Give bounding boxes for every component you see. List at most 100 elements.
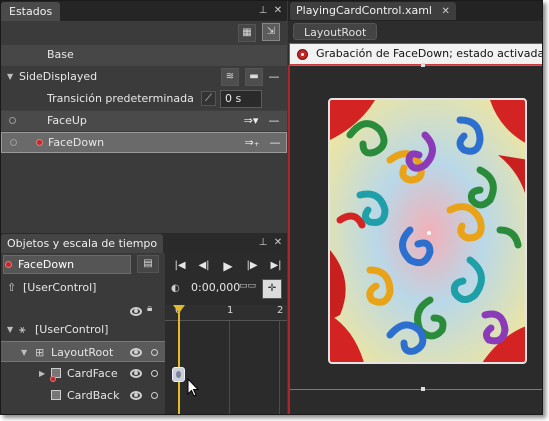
grid-line — [229, 321, 230, 414]
state-row-facedown[interactable]: FaceDown ⇒₊ — — [1, 132, 287, 153]
recording-status-bar[interactable]: Grabación de FaceDown; estado activada — [289, 43, 543, 65]
state-indicator-icon — [10, 139, 17, 146]
tree-label: CardBack — [67, 389, 120, 402]
play-icon[interactable]: ▶ — [217, 255, 239, 277]
active-state-label: FaceDown — [18, 258, 75, 271]
collapse-triangle-icon[interactable]: ▼ — [7, 72, 13, 81]
last-frame-icon[interactable]: ▶| — [265, 255, 287, 277]
close-icon[interactable]: ✕ — [272, 236, 284, 250]
scope-row[interactable]: ⇧ [UserControl] — [1, 277, 165, 298]
easing-function-icon[interactable]: ⟋ — [201, 91, 216, 106]
first-frame-icon[interactable]: |◀ — [169, 255, 191, 277]
base-state-label: Base — [47, 48, 74, 61]
time-display[interactable]: 0:00,000 — [191, 281, 240, 294]
card-face-image[interactable] — [328, 98, 527, 364]
tab-estados[interactable]: Estados — [1, 2, 61, 21]
add-transition-icon[interactable]: ⇒₊ — [242, 135, 262, 150]
state-group-header[interactable]: ▼ SideDisplayed ≋ ▬ — — [1, 67, 287, 88]
ruler-tick: 1 — [227, 305, 234, 316]
visibility-icon[interactable] — [130, 369, 142, 378]
add-state-group-icon[interactable]: ▦ — [238, 24, 256, 42]
states-panel-header: Estados ⊥ ✕ — [1, 1, 287, 21]
tree-row-cardface[interactable]: ▶ CardFace — [1, 363, 165, 384]
artboard[interactable] — [288, 63, 542, 414]
pin-icon[interactable]: ⊥ — [257, 4, 269, 18]
transition-preview-icon[interactable]: ⇲ — [262, 23, 280, 41]
timeline-area[interactable] — [165, 253, 287, 414]
close-icon[interactable]: ✕ — [441, 6, 449, 17]
timeline-menu-icon[interactable]: ▤ — [137, 255, 159, 273]
lock-toggle-icon[interactable] — [151, 392, 158, 399]
selection-guide — [290, 65, 542, 66]
recording-icon — [5, 261, 12, 268]
state-row-faceup[interactable]: FaceUp ⇒▾ — — [1, 110, 287, 131]
transition-duration-field[interactable]: 0 s — [220, 90, 262, 108]
lock-icon[interactable]: 🔒︎ — [147, 303, 152, 314]
expand-triangle-icon[interactable]: ▼ — [21, 342, 27, 363]
lock-toggle-icon[interactable] — [151, 349, 158, 356]
recording-icon[interactable] — [297, 49, 308, 60]
playhead[interactable] — [178, 311, 180, 414]
state-name: FaceUp — [47, 114, 87, 127]
state-name: FaceDown — [48, 136, 105, 149]
visibility-icon[interactable] — [130, 391, 142, 400]
pin-icon[interactable]: ⊥ — [257, 236, 269, 250]
blend-window: Estados ⊥ ✕ ▦ ⇲ Base ▼ SideDisplayed ≋ ▬… — [0, 0, 543, 415]
image-icon — [51, 390, 61, 400]
tree-row-usercontrol[interactable]: ▼ ⚹ [UserControl] — [1, 319, 165, 340]
document-pane: PlayingCardControl.xaml ✕ LayoutRoot Gra… — [288, 1, 543, 414]
remove-state-icon[interactable]: — — [268, 135, 282, 150]
active-state-field[interactable]: FaceDown — [3, 255, 131, 274]
tab-objetos-escala[interactable]: Objetos y escala de tiempo — [1, 234, 164, 253]
recording-icon — [36, 139, 43, 146]
tab-playingcardcontrol[interactable]: PlayingCardControl.xaml ✕ — [290, 2, 456, 20]
record-keyframe-icon[interactable]: ◐ — [171, 283, 180, 294]
visibility-icon[interactable] — [130, 348, 142, 357]
state-group-name: SideDisplayed — [19, 70, 98, 83]
recording-status-text: Grabación de FaceDown; estado activada — [316, 47, 543, 60]
tree-label: LayoutRoot — [51, 346, 114, 359]
expand-triangle-icon[interactable]: ▼ — [7, 319, 13, 340]
expand-triangle-icon[interactable]: ▶ — [39, 363, 45, 384]
tree-label: CardFace — [67, 367, 118, 380]
tree-row-layoutroot[interactable]: ▼ ⊞ LayoutRoot — [1, 341, 165, 362]
remove-state-icon[interactable]: — — [267, 113, 281, 128]
states-panel: ▦ ⇲ Base ▼ SideDisplayed ≋ ▬ — Transició… — [1, 21, 287, 233]
easing-icon[interactable]: ≋ — [221, 68, 239, 86]
selection-guide — [290, 389, 542, 390]
add-transition-icon[interactable]: ⇒▾ — [241, 113, 261, 128]
resize-handle[interactable] — [421, 387, 425, 391]
card-pattern — [330, 100, 525, 362]
previous-frame-icon[interactable]: ◀| — [193, 255, 215, 277]
playback-controls: |◀ ◀| ▶ |▶ ▶| — [165, 255, 287, 277]
timeline-panel-header: Objetos y escala de tiempo ⊥ ✕ — [1, 233, 287, 253]
tree-row-cardback[interactable]: CardBack — [1, 385, 165, 406]
ruler-tick: 2 — [277, 305, 284, 316]
add-state-icon[interactable]: ▬ — [245, 68, 263, 86]
next-frame-icon[interactable]: |▶ — [241, 255, 263, 277]
close-icon[interactable]: ✕ — [272, 4, 284, 18]
resize-handle[interactable] — [421, 63, 425, 67]
scope-up-icon[interactable]: ⇧ — [7, 277, 16, 298]
base-state-row[interactable]: Base — [1, 45, 287, 66]
keyframe-marker[interactable] — [172, 367, 185, 382]
document-tab-label: PlayingCardControl.xaml — [296, 4, 432, 17]
lock-toggle-icon[interactable] — [151, 370, 158, 377]
breadcrumb[interactable]: LayoutRoot — [293, 23, 378, 40]
default-transition-row: Transición predeterminada ⟋ 0 s — [1, 89, 287, 110]
object-tree: FaceDown ▤ ⇧ [UserControl] 🔒︎ ▼ ⚹ [UserC… — [1, 253, 165, 414]
left-pane: Estados ⊥ ✕ ▦ ⇲ Base ▼ SideDisplayed ≋ ▬… — [1, 1, 287, 414]
default-transition-label: Transición predeterminada — [47, 92, 194, 105]
state-indicator-icon — [9, 117, 16, 124]
objects-timeline-panel: Objetos y escala de tiempo ⊥ ✕ FaceDown … — [1, 233, 287, 414]
visibility-icon[interactable] — [130, 307, 142, 316]
usercontrol-icon: ⚹ — [19, 323, 26, 336]
remove-group-icon[interactable]: — — [267, 69, 281, 84]
mouse-cursor-icon — [187, 378, 199, 397]
tree-label: [UserControl] — [35, 323, 109, 336]
zoom-fit-icon[interactable]: ✛ — [262, 279, 282, 299]
recording-icon — [50, 376, 56, 382]
snapping-icon[interactable]: ▭▭ — [239, 281, 256, 291]
grid-line — [279, 321, 280, 414]
grid-icon: ⊞ — [35, 346, 45, 359]
